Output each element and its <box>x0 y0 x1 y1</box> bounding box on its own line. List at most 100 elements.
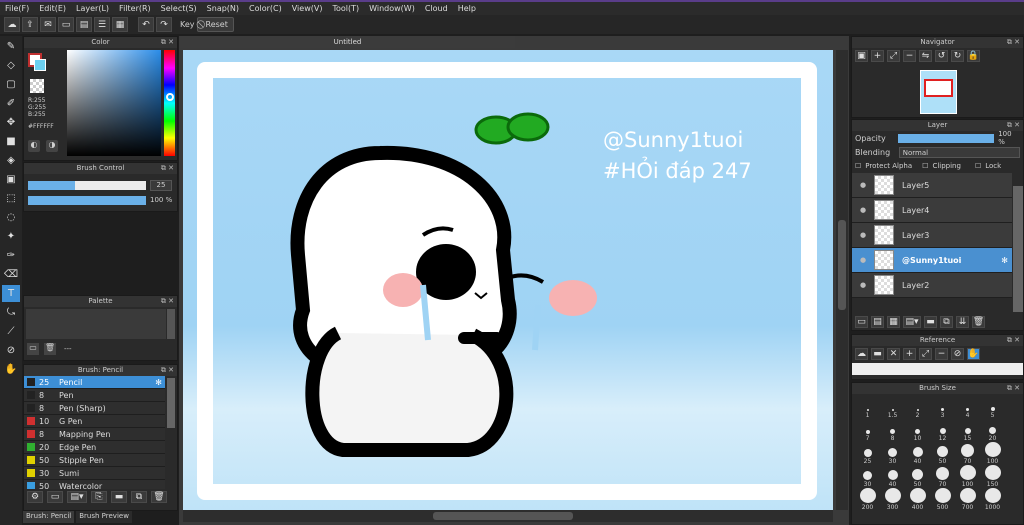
reference-close-icon[interactable]: ✕ <box>887 348 900 360</box>
operation-tool-icon[interactable]: ⤿ <box>2 304 20 321</box>
reference-open-icon[interactable]: ▬ <box>871 348 884 360</box>
page-icon[interactable]: ▤ <box>76 17 92 32</box>
brush-item[interactable]: 8 Mapping Pen <box>24 428 165 441</box>
eye-icon[interactable]: ● <box>852 281 874 289</box>
brush-item[interactable]: 25 Pencil ✻ <box>24 376 165 389</box>
eye-icon[interactable]: ● <box>852 231 874 239</box>
delete-layer-icon[interactable]: 🗑 <box>972 316 985 328</box>
brush-size-cell[interactable]: 300 <box>880 488 905 511</box>
new-layer-icon[interactable]: ▭ <box>855 316 868 328</box>
palette-grid[interactable] <box>26 309 166 339</box>
layer-row[interactable]: ● Layer4 <box>852 198 1012 223</box>
list-icon[interactable]: ☰ <box>94 17 110 32</box>
close-icon[interactable]: ⧉ ✕ <box>1007 383 1020 394</box>
eye-icon[interactable]: ● <box>852 256 874 264</box>
menu-item-windoww[interactable]: Window(W) <box>364 4 420 13</box>
brush-size-cell[interactable]: 150 <box>980 465 1005 488</box>
reference-eyedropper-icon[interactable]: ⊘ <box>951 348 964 360</box>
brush-size-cell[interactable]: 1 <box>855 396 880 419</box>
brush-size-value[interactable]: 25 <box>150 180 172 191</box>
add-brush-icon[interactable]: ▭ <box>47 491 63 503</box>
brush-size-cell[interactable]: 3 <box>930 396 955 419</box>
brush-size-cell[interactable]: 70 <box>955 442 980 465</box>
layer-row[interactable]: ● Layer3 <box>852 223 1012 248</box>
color-wheel-icon[interactable]: ◐ <box>28 140 40 152</box>
redo-icon[interactable]: ↷ <box>156 17 172 32</box>
fill-rect-tool-icon[interactable]: ■ <box>2 133 20 150</box>
folder-brush-icon[interactable]: ▬ <box>111 491 127 503</box>
brush-size-cell[interactable]: 30 <box>855 465 880 488</box>
layer-list-scrollbar[interactable] <box>1013 186 1023 312</box>
delete-brush-icon[interactable]: 🗑 <box>151 491 167 503</box>
blending-select[interactable]: Normal <box>898 146 1020 158</box>
reset-button[interactable]: ⃠Reset <box>196 17 234 32</box>
brush-size-cell[interactable]: 70 <box>930 465 955 488</box>
close-icon[interactable]: ⧉ ✕ <box>1007 335 1020 346</box>
menu-item-colorc[interactable]: Color(C) <box>244 4 287 13</box>
canvas-horizontal-scrollbar[interactable] <box>183 510 833 522</box>
brush-size-cell[interactable]: 2 <box>905 396 930 419</box>
zoom-out-icon[interactable]: − <box>903 50 916 62</box>
brush-size-cell[interactable]: 20 <box>980 419 1005 442</box>
brush-item[interactable]: 30 Sumi <box>24 467 165 480</box>
layer-row[interactable]: ● @Sunny1tuoi ✻ <box>852 248 1012 273</box>
eyedropper-icon[interactable]: ⊘ <box>2 342 20 359</box>
brush-size-cell[interactable]: 12 <box>930 419 955 442</box>
reference-fit-icon[interactable]: ⤢ <box>919 348 932 360</box>
menu-item-filef[interactable]: File(F) <box>0 4 34 13</box>
eye-icon[interactable]: ● <box>852 181 874 189</box>
layer-row[interactable]: ● Layer5 <box>852 173 1012 198</box>
menu-item-selects[interactable]: Select(S) <box>156 4 202 13</box>
close-icon[interactable]: ⧉ ✕ <box>161 163 174 174</box>
gear-icon[interactable]: ✻ <box>155 378 162 387</box>
share-icon[interactable]: ⇪ <box>22 17 38 32</box>
color-mix-icon[interactable]: ◑ <box>46 140 58 152</box>
new-palette-icon[interactable]: ▭ <box>27 343 39 355</box>
zoom-fit-icon[interactable]: ▣ <box>855 50 868 62</box>
tab-brush-pencil[interactable]: Brush: Pencil <box>23 511 75 523</box>
bucket-tool-icon[interactable]: ◈ <box>2 152 20 169</box>
select-tool-icon[interactable]: ⬚ <box>2 190 20 207</box>
navigator-lock-icon[interactable]: 🔒 <box>967 50 980 62</box>
close-icon[interactable]: ⧉ ✕ <box>161 296 174 307</box>
clipping-checkbox[interactable]: ☐ <box>922 162 928 170</box>
opacity-slider[interactable] <box>898 133 995 143</box>
duplicate-brush-icon[interactable]: ⧉ <box>131 491 147 503</box>
chat-icon[interactable]: ✉ <box>40 17 56 32</box>
saturation-value-picker[interactable] <box>67 50 161 156</box>
rotate-ccw-icon[interactable]: ↺ <box>935 50 948 62</box>
undo-icon[interactable]: ↶ <box>138 17 154 32</box>
brush-size-cell[interactable]: 15 <box>955 419 980 442</box>
brush-size-cell[interactable]: 25 <box>855 442 880 465</box>
reference-zoom-in-icon[interactable]: + <box>903 348 916 360</box>
close-icon[interactable]: ⧉ ✕ <box>161 37 174 48</box>
brush-size-slider[interactable] <box>28 181 146 190</box>
brush-opacity-slider[interactable] <box>28 196 146 205</box>
brush-size-cell[interactable]: 40 <box>880 465 905 488</box>
text-tool-icon[interactable]: T <box>2 285 20 302</box>
divide-tool-icon[interactable]: ⟋ <box>2 323 20 340</box>
cloud-icon[interactable]: ☁ <box>4 17 20 32</box>
canvas-vertical-scrollbar[interactable] <box>836 50 848 510</box>
lasso-tool-icon[interactable]: ◌ <box>2 209 20 226</box>
reference-hand-icon[interactable]: ✋ <box>967 348 980 360</box>
pen-tool-icon[interactable]: ✐ <box>2 95 20 112</box>
brush-size-cell[interactable]: 4 <box>955 396 980 419</box>
menu-item-snapn[interactable]: Snap(N) <box>202 4 244 13</box>
layer-row[interactable]: ● Layer2 <box>852 273 1012 298</box>
duplicate-layer-icon[interactable]: ⧉ <box>940 316 953 328</box>
reference-cloud-icon[interactable]: ☁ <box>855 348 868 360</box>
close-icon[interactable]: ⧉ ✕ <box>1007 120 1020 131</box>
brush-list-scrollbar[interactable] <box>167 378 175 428</box>
hue-slider[interactable] <box>164 50 175 156</box>
brush-size-cell[interactable]: 400 <box>905 488 930 511</box>
rotate-cw-icon[interactable]: ↻ <box>951 50 964 62</box>
menu-item-cloud[interactable]: Cloud <box>420 4 453 13</box>
palette-scrollbar[interactable] <box>167 309 175 339</box>
tab-brush-preview[interactable]: Brush Preview <box>76 511 132 523</box>
hand-tool-icon[interactable]: ✋ <box>2 361 20 378</box>
reference-image-strip[interactable] <box>852 363 1023 375</box>
brush-size-cell[interactable]: 50 <box>905 465 930 488</box>
new-text-layer-icon[interactable]: ▦ <box>887 316 900 328</box>
brush-size-cell[interactable]: 50 <box>930 442 955 465</box>
